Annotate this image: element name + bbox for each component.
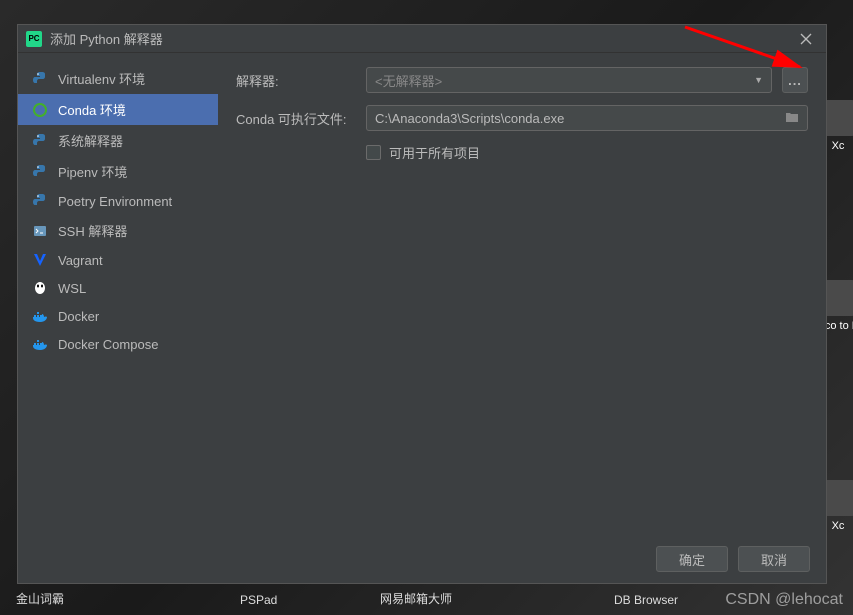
sidebar-item-label: WSL — [58, 281, 86, 296]
add-interpreter-dialog: PC 添加 Python 解释器 Virtualenv 环境 Conda 环境 — [17, 24, 827, 584]
interpreter-label: 解释器: — [236, 71, 356, 90]
docker-icon — [32, 308, 48, 324]
folder-icon[interactable] — [785, 110, 799, 127]
sidebar-item-label: Virtualenv 环境 — [58, 69, 145, 88]
conda-icon — [32, 102, 48, 118]
conda-exe-input[interactable]: C:\Anaconda3\Scripts\conda.exe — [366, 105, 808, 131]
sidebar-item-virtualenv[interactable]: Virtualenv 环境 — [18, 63, 218, 94]
sidebar-item-pipenv[interactable]: Pipenv 环境 — [18, 156, 218, 187]
python-icon — [32, 133, 48, 149]
interpreter-dropdown[interactable]: <无解释器> ▼ — [366, 67, 772, 93]
conda-exe-label: Conda 可执行文件: — [236, 109, 356, 128]
sidebar-item-docker-compose[interactable]: Docker Compose — [18, 330, 218, 358]
input-value: C:\Anaconda3\Scripts\conda.exe — [375, 111, 564, 126]
close-button[interactable] — [794, 27, 818, 51]
taskbar-item[interactable]: PSPad — [240, 593, 277, 607]
sidebar-item-label: 系统解释器 — [58, 131, 123, 150]
sidebar-item-label: Pipenv 环境 — [58, 162, 127, 181]
python-icon — [32, 71, 48, 87]
pycharm-icon: PC — [26, 31, 42, 47]
sidebar-item-ssh[interactable]: SSH 解释器 — [18, 215, 218, 246]
sidebar-item-label: Poetry Environment — [58, 194, 172, 209]
dialog-footer: 确定 取消 — [18, 535, 826, 583]
checkbox-label: 可用于所有项目 — [389, 143, 480, 162]
python-icon — [32, 193, 48, 209]
sidebar-item-poetry[interactable]: Poetry Environment — [18, 187, 218, 215]
taskbar-item[interactable]: DB Browser — [614, 593, 678, 607]
sidebar-item-label: SSH 解释器 — [58, 221, 127, 240]
sidebar-item-system[interactable]: 系统解释器 — [18, 125, 218, 156]
sidebar-item-label: Docker Compose — [58, 337, 158, 352]
sidebar-item-label: Vagrant — [58, 253, 103, 268]
ok-button[interactable]: 确定 — [656, 546, 728, 572]
watermark: CSDN @lehocat — [725, 591, 843, 609]
sidebar-item-wsl[interactable]: WSL — [18, 274, 218, 302]
sidebar-item-vagrant[interactable]: Vagrant — [18, 246, 218, 274]
titlebar: PC 添加 Python 解释器 — [18, 25, 826, 53]
vagrant-icon — [32, 252, 48, 268]
browse-interpreter-button[interactable]: ... — [782, 67, 808, 93]
sidebar-item-docker[interactable]: Docker — [18, 302, 218, 330]
main-panel: 解释器: <无解释器> ▼ ... Conda 可执行文件: C:\Anacon… — [218, 53, 826, 535]
available-all-checkbox[interactable] — [366, 145, 381, 160]
ssh-icon — [32, 223, 48, 239]
sidebar-item-label: Docker — [58, 309, 99, 324]
dropdown-value: <无解释器> — [375, 71, 442, 90]
sidebar-item-label: Conda 环境 — [58, 100, 126, 119]
interpreter-type-sidebar: Virtualenv 环境 Conda 环境 系统解释器 Pipenv 环境 — [18, 53, 218, 535]
taskbar-item[interactable]: 网易邮箱大师 — [380, 590, 452, 607]
close-icon — [800, 33, 812, 45]
taskbar-item[interactable]: 金山词霸 — [16, 590, 64, 607]
python-icon — [32, 164, 48, 180]
cancel-button[interactable]: 取消 — [738, 546, 810, 572]
wsl-icon — [32, 280, 48, 296]
chevron-down-icon: ▼ — [754, 75, 763, 85]
sidebar-item-conda[interactable]: Conda 环境 — [18, 94, 218, 125]
dialog-title: 添加 Python 解释器 — [50, 29, 794, 48]
docker-icon — [32, 336, 48, 352]
